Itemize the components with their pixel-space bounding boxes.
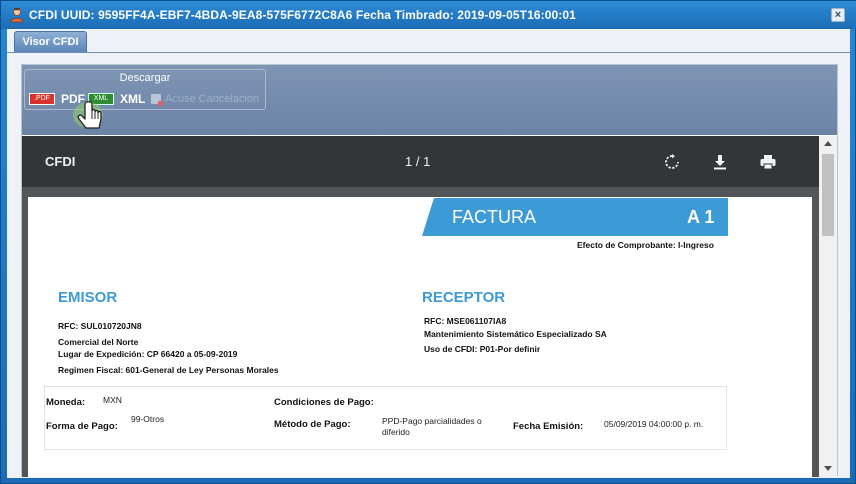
document-type: FACTURA bbox=[452, 207, 537, 227]
pdf-viewer[interactable]: CFDI 1 / 1 FACTURA A 1 Efecto de Comprob… bbox=[22, 136, 819, 477]
lugar-expedicion: Lugar de Expedición: CP 66420 a 05-09-20… bbox=[58, 349, 238, 359]
tab-visor-cfdi[interactable]: Visor CFDI bbox=[14, 31, 87, 52]
acuse-icon bbox=[151, 94, 163, 106]
window-title: CFDI UUID: 9595FF4A-EBF7-4BDA-9EA8-575F6… bbox=[29, 8, 576, 22]
uso-cfdi: Uso de CFDI: P01-Por definir bbox=[424, 344, 541, 354]
cfdi-window: CFDI UUID: 9595FF4A-EBF7-4BDA-9EA8-575F6… bbox=[0, 0, 856, 484]
title-bar[interactable]: CFDI UUID: 9595FF4A-EBF7-4BDA-9EA8-575F6… bbox=[1, 1, 856, 29]
download-icon[interactable] bbox=[711, 153, 729, 171]
receptor-heading: RECEPTOR bbox=[422, 289, 506, 306]
download-group: Descargar .PDF PDF XML XML Acuse Cancela… bbox=[24, 69, 266, 110]
print-icon[interactable] bbox=[759, 153, 777, 171]
forma-pago-value: 99-Otros bbox=[131, 414, 165, 424]
scroll-up-arrow-icon[interactable] bbox=[824, 141, 832, 146]
document-page: FACTURA A 1 Efecto de Comprobante: I-Ing… bbox=[28, 197, 812, 477]
pdf-viewer-toolbar: CFDI 1 / 1 bbox=[22, 136, 819, 187]
emisor-rfc: RFC: SUL010720JN8 bbox=[58, 321, 142, 331]
fecha-emision-label: Fecha Emisión: bbox=[513, 421, 584, 432]
acuse-cancelacion-button[interactable]: Acuse Cancelacion bbox=[151, 91, 259, 107]
xml-label: XML bbox=[120, 92, 146, 106]
tab-divider bbox=[7, 52, 850, 53]
regimen-fiscal: Regimen Fiscal: 601-General de Ley Perso… bbox=[58, 365, 279, 375]
rotate-icon[interactable] bbox=[663, 153, 681, 171]
acuse-label: Acuse Cancelacion bbox=[165, 93, 260, 105]
serie-folio: A 1 bbox=[687, 207, 715, 227]
metodo-pago-label: Método de Pago: bbox=[274, 419, 351, 430]
user-icon bbox=[10, 8, 24, 23]
hand-cursor-icon bbox=[73, 101, 103, 129]
tab-panel: Descargar .PDF PDF XML XML Acuse Cancela… bbox=[21, 64, 838, 477]
forma-pago-label: Forma de Pago: bbox=[46, 421, 118, 432]
page-indicator: 1 / 1 bbox=[405, 154, 431, 169]
scroll-thumb[interactable] bbox=[822, 154, 834, 236]
efecto-comprobante: Efecto de Comprobante: I-Ingreso bbox=[577, 240, 714, 250]
group-title: Descargar bbox=[119, 72, 171, 84]
toolbar-ribbon: Descargar .PDF PDF XML XML Acuse Cancela… bbox=[22, 65, 837, 135]
window-content: Visor CFDI Descargar .PDF PDF XML XML Ac… bbox=[7, 29, 850, 478]
moneda-label: Moneda: bbox=[46, 397, 86, 408]
pdf-title: CFDI bbox=[45, 154, 76, 169]
emisor-nombre: Comercial del Norte bbox=[58, 337, 139, 347]
scroll-down-arrow-icon[interactable] bbox=[824, 466, 832, 471]
close-button[interactable]: × bbox=[831, 8, 845, 22]
fecha-emision-value: 05/09/2019 04:00:00 p. m. bbox=[604, 419, 704, 429]
condiciones-pago-label: Condiciones de Pago: bbox=[274, 397, 374, 408]
receptor-nombre: Mantenimiento Sistemático Especializado … bbox=[424, 329, 607, 339]
emisor-heading: EMISOR bbox=[58, 289, 118, 306]
moneda-value: MXN bbox=[103, 395, 122, 405]
pdf-file-icon: .PDF bbox=[29, 93, 55, 105]
receptor-rfc: RFC: MSE061107IA8 bbox=[424, 316, 507, 326]
metodo-pago-value-line1: PPD-Pago parcialidades o bbox=[382, 416, 482, 426]
metodo-pago-value-line2: diferido bbox=[382, 427, 410, 437]
vertical-scrollbar[interactable] bbox=[819, 136, 837, 477]
